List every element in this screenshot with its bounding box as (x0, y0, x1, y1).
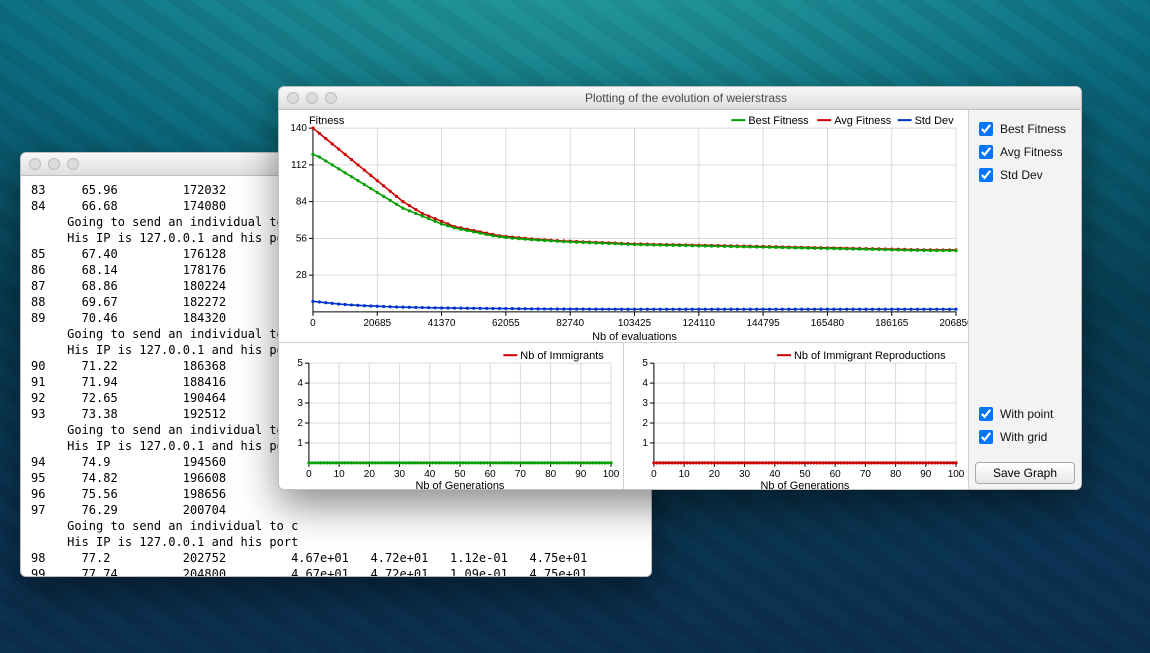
chart-area: 0206854137062055827401034251241101447951… (279, 110, 969, 490)
svg-text:84: 84 (296, 197, 308, 208)
svg-text:1: 1 (642, 438, 648, 449)
svg-text:60: 60 (830, 469, 842, 480)
svg-text:5: 5 (642, 358, 648, 369)
svg-text:10: 10 (334, 469, 346, 480)
svg-text:20: 20 (709, 469, 721, 480)
svg-text:80: 80 (545, 469, 557, 480)
checkbox-input-std[interactable] (979, 168, 993, 182)
svg-text:40: 40 (424, 469, 436, 480)
svg-text:Nb of Immigrants: Nb of Immigrants (520, 350, 604, 362)
checkbox-withgrid[interactable]: With grid (975, 427, 1075, 447)
svg-text:60: 60 (485, 469, 497, 480)
svg-text:62055: 62055 (492, 318, 520, 329)
svg-text:Std Dev: Std Dev (915, 115, 955, 127)
svg-text:30: 30 (739, 469, 751, 480)
checkbox-withpoint[interactable]: With point (975, 404, 1075, 424)
checkbox-label-withgrid: With grid (1000, 430, 1047, 444)
svg-text:2: 2 (297, 418, 303, 429)
svg-text:3: 3 (297, 398, 303, 409)
svg-text:Fitness: Fitness (309, 115, 345, 127)
checkbox-label-std: Std Dev (1000, 168, 1043, 182)
svg-text:100: 100 (603, 469, 620, 480)
svg-text:206850: 206850 (939, 318, 968, 329)
zoom-icon[interactable] (325, 92, 337, 104)
svg-text:1: 1 (297, 438, 303, 449)
svg-text:124110: 124110 (683, 318, 716, 329)
svg-text:80: 80 (890, 469, 902, 480)
minimize-icon[interactable] (48, 158, 60, 170)
svg-text:56: 56 (296, 233, 308, 244)
svg-text:0: 0 (310, 318, 316, 329)
svg-text:Nb of Immigrant Reproductions: Nb of Immigrant Reproductions (794, 350, 946, 362)
svg-text:90: 90 (575, 469, 587, 480)
svg-text:5: 5 (297, 358, 303, 369)
checkbox-input-withpoint[interactable] (979, 407, 993, 421)
svg-text:165480: 165480 (811, 318, 845, 329)
svg-text:144795: 144795 (746, 318, 780, 329)
series-checkboxes: Best Fitness Avg Fitness Std Dev (969, 110, 1081, 194)
checkbox-label-avg: Avg Fitness (1000, 145, 1062, 159)
svg-text:Nb of evaluations: Nb of evaluations (592, 331, 677, 342)
svg-text:100: 100 (948, 469, 965, 480)
svg-text:Avg Fitness: Avg Fitness (834, 115, 892, 127)
chart-reproductions: 0 10 20 30 40 50 60 70 80 90 100 1 2 3 4 5 Nb of Generat… (623, 343, 968, 490)
save-graph-button[interactable]: Save Graph (975, 462, 1075, 484)
svg-text:186165: 186165 (875, 318, 909, 329)
close-icon[interactable] (287, 92, 299, 104)
svg-text:70: 70 (515, 469, 527, 480)
chart-immigrants: 0 10 20 30 40 50 60 70 80 90 100 1 2 3 4 5 Nb of Generat… (279, 343, 623, 490)
svg-text:20: 20 (364, 469, 376, 480)
svg-text:Nb of Generations: Nb of Generations (416, 480, 505, 490)
svg-text:2: 2 (642, 418, 648, 429)
svg-text:41370: 41370 (428, 318, 456, 329)
window-controls[interactable] (287, 92, 337, 104)
svg-text:30: 30 (394, 469, 406, 480)
checkbox-best[interactable]: Best Fitness (975, 119, 1075, 139)
svg-text:0: 0 (651, 469, 657, 480)
svg-text:Nb of Generations: Nb of Generations (761, 480, 850, 490)
svg-text:0: 0 (306, 469, 312, 480)
checkbox-std[interactable]: Std Dev (975, 165, 1075, 185)
plot-titlebar[interactable]: Plotting of the evolution of weierstrass (279, 87, 1081, 110)
svg-text:103425: 103425 (618, 318, 652, 329)
svg-text:4: 4 (297, 378, 303, 389)
checkbox-input-avg[interactable] (979, 145, 993, 159)
svg-text:4: 4 (642, 378, 648, 389)
svg-text:90: 90 (920, 469, 932, 480)
plot-window: Plotting of the evolution of weierstrass… (278, 86, 1082, 490)
plot-title: Plotting of the evolution of weierstrass (345, 91, 1027, 105)
svg-text:50: 50 (799, 469, 811, 480)
svg-text:140: 140 (290, 123, 307, 134)
svg-text:20685: 20685 (363, 318, 391, 329)
svg-text:3: 3 (642, 398, 648, 409)
minimize-icon[interactable] (306, 92, 318, 104)
plot-sidebar: Best Fitness Avg Fitness Std Dev With poin… (969, 110, 1081, 490)
svg-text:112: 112 (291, 160, 307, 171)
checkbox-avg[interactable]: Avg Fitness (975, 142, 1075, 162)
window-controls[interactable] (29, 158, 79, 170)
checkbox-label-withpoint: With point (1000, 407, 1053, 421)
svg-text:Best Fitness: Best Fitness (748, 115, 809, 127)
svg-text:10: 10 (679, 469, 691, 480)
svg-text:50: 50 (454, 469, 466, 480)
option-checkboxes: With point With grid (969, 395, 1081, 456)
checkbox-input-best[interactable] (979, 122, 993, 136)
svg-text:40: 40 (769, 469, 781, 480)
checkbox-label-best: Best Fitness (1000, 122, 1066, 136)
svg-text:82740: 82740 (556, 318, 584, 329)
checkbox-input-withgrid[interactable] (979, 430, 993, 444)
close-icon[interactable] (29, 158, 41, 170)
svg-text:28: 28 (296, 270, 308, 281)
svg-text:70: 70 (860, 469, 872, 480)
zoom-icon[interactable] (67, 158, 79, 170)
chart-fitness: 0 20685 41370 62055 82740 103425 124110 144795 1… (279, 110, 968, 342)
